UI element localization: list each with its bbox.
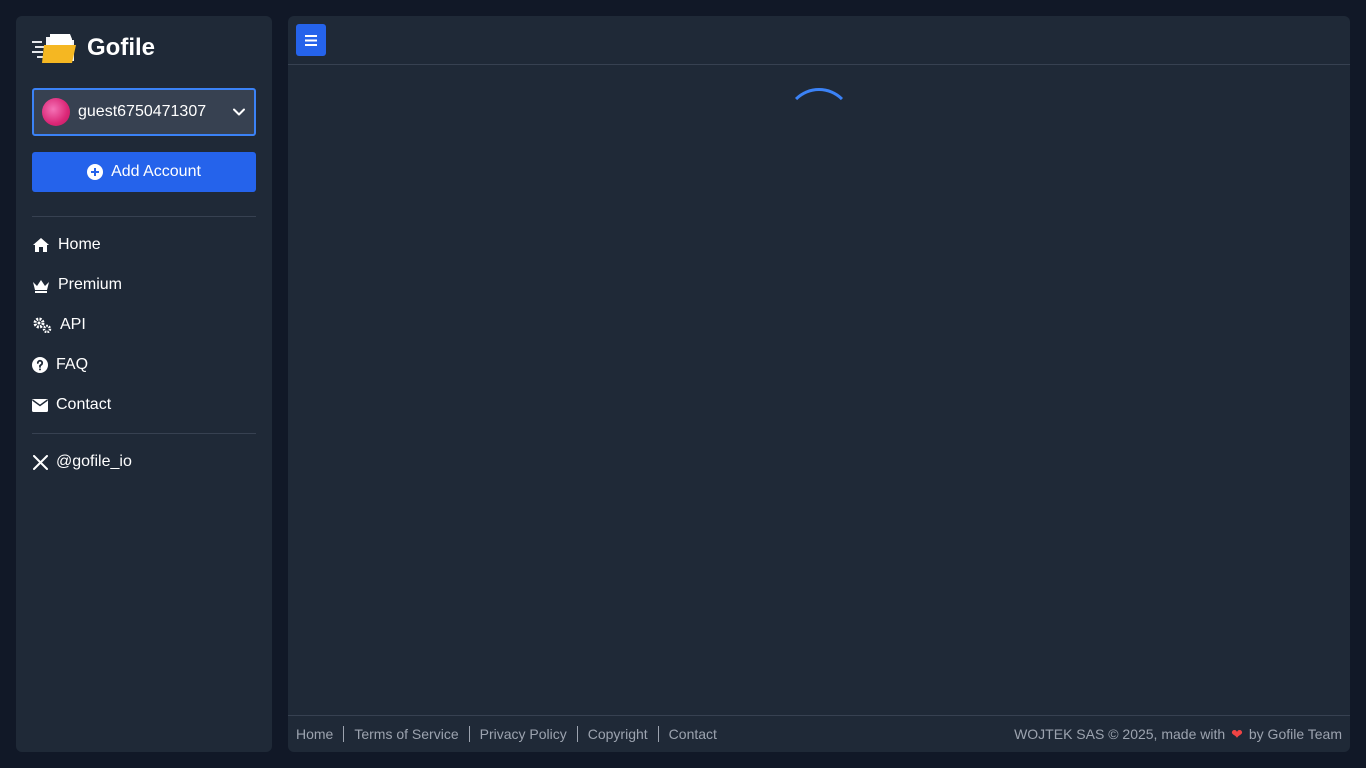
account-username: guest6750471307 xyxy=(78,103,207,120)
hamburger-icon xyxy=(305,34,317,46)
footer-link-terms[interactable]: Terms of Service xyxy=(354,726,458,742)
footer-link-home[interactable]: Home xyxy=(296,726,333,742)
add-account-label: Add Account xyxy=(111,163,201,180)
home-icon xyxy=(32,236,50,254)
main-panel: Home Terms of Service Privacy Policy Cop… xyxy=(288,16,1350,752)
avatar xyxy=(42,98,70,126)
footer-link-privacy[interactable]: Privacy Policy xyxy=(480,726,567,742)
gears-icon xyxy=(32,316,52,334)
question-icon xyxy=(32,356,48,374)
chevron-down-icon xyxy=(233,108,245,116)
footer-separator xyxy=(576,726,578,742)
nav-menu: Home Premium API FAQ Contact xyxy=(32,225,256,425)
nav-item-label: Premium xyxy=(58,276,123,293)
divider xyxy=(32,216,256,217)
nav-item-api[interactable]: API xyxy=(32,305,256,345)
nav-item-home[interactable]: Home xyxy=(32,225,256,265)
loading-spinner xyxy=(785,88,853,156)
crown-icon xyxy=(32,276,50,294)
nav-item-label: API xyxy=(60,316,86,333)
nav-item-premium[interactable]: Premium xyxy=(32,265,256,305)
envelope-icon xyxy=(32,396,48,414)
account-selector[interactable]: guest6750471307 xyxy=(32,88,256,136)
brand[interactable]: Gofile xyxy=(32,32,256,64)
nav-item-label: Home xyxy=(58,236,101,253)
footer-separator xyxy=(343,726,345,742)
divider xyxy=(32,433,256,434)
nav-item-label: FAQ xyxy=(56,356,89,373)
sidebar: Gofile guest6750471307 Add Account Home … xyxy=(16,16,272,752)
footer-links: Home Terms of Service Privacy Policy Cop… xyxy=(296,726,717,742)
add-account-button[interactable]: Add Account xyxy=(32,152,256,192)
nav-item-faq[interactable]: FAQ xyxy=(32,345,256,385)
footer-separator xyxy=(468,726,470,742)
plus-circle-icon xyxy=(87,164,104,180)
footer-link-copyright[interactable]: Copyright xyxy=(588,726,648,742)
heart-icon: ❤ xyxy=(1231,725,1243,742)
social-link-x[interactable]: @gofile_io xyxy=(32,442,256,482)
folder-logo-icon xyxy=(32,34,76,63)
social-label: @gofile_io xyxy=(56,453,132,470)
menu-toggle-button[interactable] xyxy=(296,24,326,56)
footer: Home Terms of Service Privacy Policy Cop… xyxy=(288,715,1350,752)
nav-item-contact[interactable]: Contact xyxy=(32,385,256,425)
copyright-prefix: WOJTEK SAS © 2025, made with xyxy=(1014,726,1226,742)
x-logo-icon xyxy=(32,453,48,471)
footer-link-contact[interactable]: Contact xyxy=(669,726,717,742)
copyright-suffix: by Gofile Team xyxy=(1248,726,1342,742)
footer-separator xyxy=(657,726,659,742)
top-bar xyxy=(288,16,1350,65)
footer-copyright: WOJTEK SAS © 2025, made with ❤ by Gofile… xyxy=(1014,726,1342,743)
brand-name: Gofile xyxy=(87,34,156,61)
nav-item-label: Contact xyxy=(56,396,112,413)
